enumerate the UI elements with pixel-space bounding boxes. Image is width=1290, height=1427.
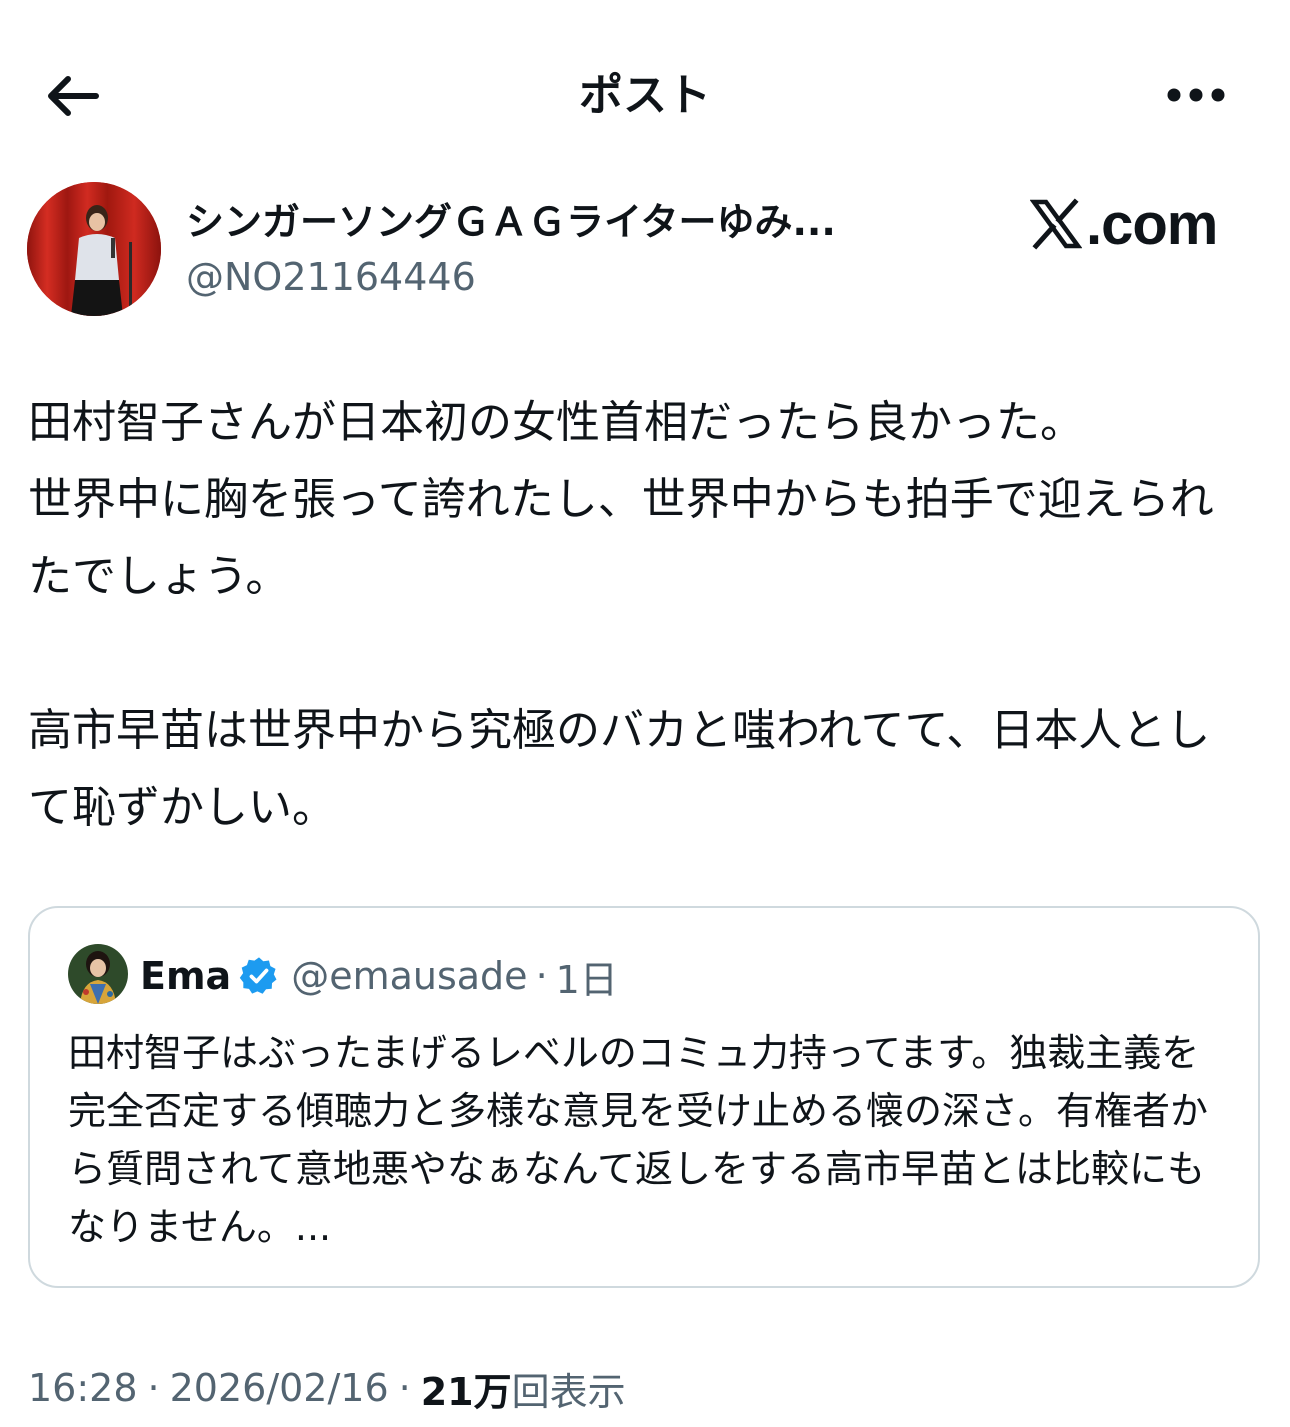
quoted-post[interactable]: Ema @emausade · 1日 田村智子はぶったまげるレベルのコミュ力持っ… — [28, 906, 1260, 1288]
quote-author-avatar[interactable] — [68, 944, 128, 1004]
author-avatar[interactable] — [27, 182, 161, 316]
watermark: .com — [1030, 186, 1218, 262]
author-avatar-image — [27, 182, 161, 316]
quote-text: 田村智子はぶったまげるレベルのコミュ力持ってます。独裁主義を完全否定する傾聴力と… — [68, 1031, 1209, 1249]
views-count[interactable]: 21万 — [421, 1361, 512, 1416]
quote-avatar-image — [68, 944, 128, 1004]
post-text: 田村智子さんが日本初の女性首相だったら良かった。 世界中に胸を張って誇れたし、世… — [28, 384, 1248, 846]
more-options-button[interactable] — [1160, 70, 1232, 120]
meta-separator: · — [398, 1366, 411, 1410]
more-horizontal-icon — [1167, 88, 1225, 102]
post-time[interactable]: 16:28 — [28, 1366, 138, 1410]
post-line-1: 田村智子さんが日本初の女性首相だったら良かった。 — [28, 397, 1084, 448]
quote-separator: · — [535, 954, 548, 998]
x-logo-icon — [1030, 198, 1082, 250]
top-bar: ポスト — [0, 0, 1290, 190]
post-meta: 16:28 · 2026/02/16 · 21万 回表示 — [28, 1360, 626, 1416]
quote-author-name[interactable]: Ema — [140, 954, 231, 998]
post-date[interactable]: 2026/02/16 — [170, 1366, 389, 1410]
verified-badge-icon — [240, 957, 277, 994]
post-paragraph-2: 高市早苗は世界中から究極のバカと嗤われてて、日本人として恥ずかしい。 — [28, 705, 1211, 833]
quote-author-handle[interactable]: @emausade — [291, 954, 527, 998]
page-title: ポスト — [579, 70, 711, 121]
meta-separator: · — [147, 1366, 160, 1410]
author-display-name[interactable]: シンガーソングＧＡＧライターゆみ... — [186, 194, 906, 250]
quote-header: Ema @emausade · 1日 — [140, 946, 618, 1006]
author-handle[interactable]: @NO21164446 — [186, 250, 476, 304]
post-line-2: 世界中に胸を張って誇れたし、世界中からも拍手で迎えられたでしょう。 — [28, 474, 1214, 602]
watermark-text: .com — [1086, 191, 1218, 257]
views-label: 回表示 — [511, 1369, 626, 1414]
quote-timestamp[interactable]: 1日 — [556, 949, 618, 1004]
